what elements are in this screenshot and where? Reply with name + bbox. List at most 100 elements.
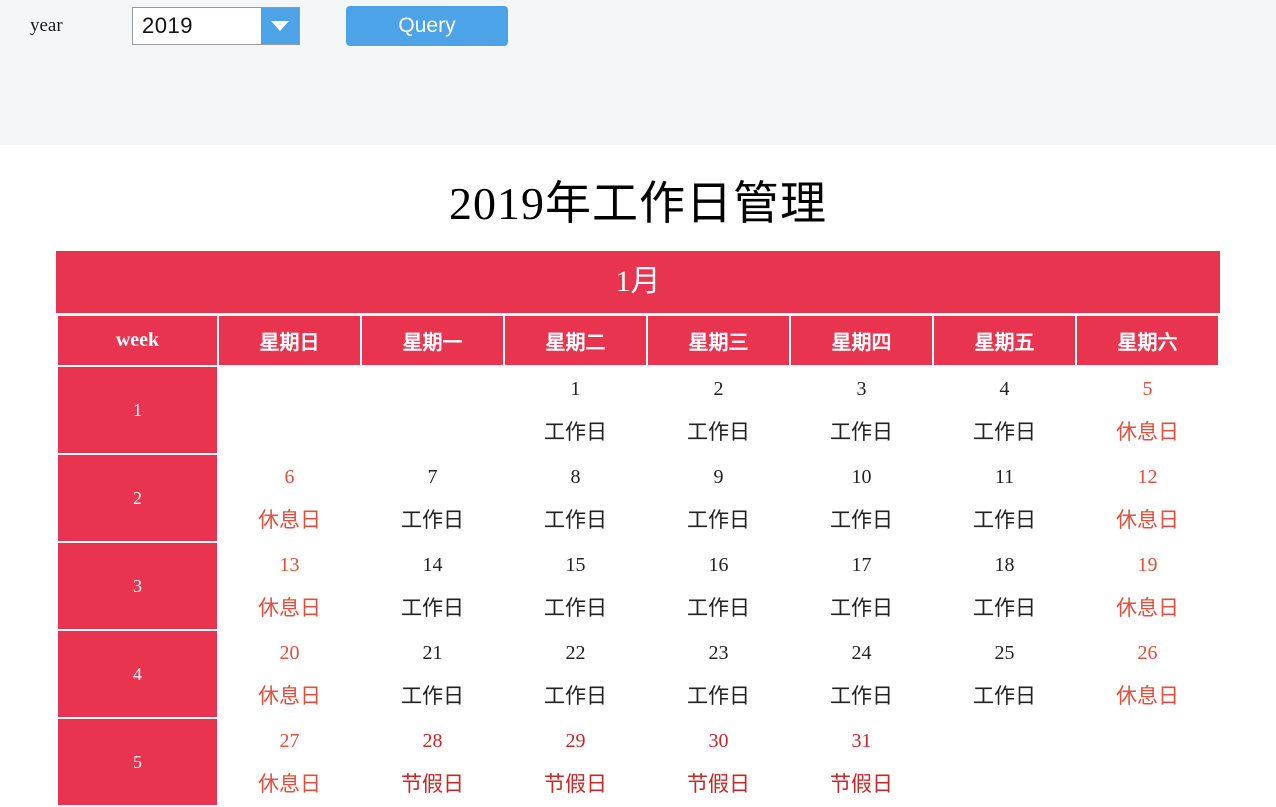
- day-type-label: 工作日: [830, 596, 893, 620]
- query-button[interactable]: Query: [346, 6, 508, 46]
- day-cell[interactable]: 1 工作日: [505, 367, 646, 453]
- day-number: 4: [999, 378, 1010, 400]
- day-cell-empty: [1077, 719, 1218, 805]
- month-header: 1月: [56, 251, 1220, 313]
- week-number-cell: 3: [58, 543, 217, 629]
- day-type-label: 节假日: [687, 772, 750, 796]
- day-cell-empty: [362, 367, 503, 453]
- day-cell[interactable]: 18 工作日: [934, 543, 1075, 629]
- day-type-label: 工作日: [401, 684, 464, 708]
- day-cell[interactable]: 28 节假日: [362, 719, 503, 805]
- weekday-header-wednesday: 星期三: [648, 316, 789, 365]
- day-type-label: 休息日: [258, 508, 321, 532]
- chevron-down-icon[interactable]: [261, 8, 299, 44]
- day-cell[interactable]: 31 节假日: [791, 719, 932, 805]
- weekday-header-saturday: 星期六: [1077, 316, 1218, 365]
- day-type-label: 工作日: [687, 508, 750, 532]
- day-type-label: 休息日: [258, 684, 321, 708]
- day-number: 16: [708, 554, 729, 576]
- day-cell[interactable]: 14 工作日: [362, 543, 503, 629]
- week-number-cell: 1: [58, 367, 217, 453]
- calendar-week-row: 3 13 休息日 14 工作日 15 工作日 16 工作日 17 工作日 18 工作日 19 休息日: [58, 543, 1218, 629]
- day-number: 23: [708, 642, 729, 664]
- day-cell[interactable]: 17 工作日: [791, 543, 932, 629]
- day-number: 17: [851, 554, 872, 576]
- day-type-label: 休息日: [258, 596, 321, 620]
- day-cell[interactable]: 8 工作日: [505, 455, 646, 541]
- day-cell[interactable]: 3 工作日: [791, 367, 932, 453]
- day-cell[interactable]: 19 休息日: [1077, 543, 1218, 629]
- week-number-cell: 5: [58, 719, 217, 805]
- day-cell[interactable]: 7 工作日: [362, 455, 503, 541]
- calendar: 1月 week 星期日 星期一 星期二 星期三 星期四 星期五 星期六 1 1 工作…: [56, 251, 1220, 807]
- day-number: 7: [427, 466, 438, 488]
- day-cell[interactable]: 4 工作日: [934, 367, 1075, 453]
- day-cell[interactable]: 24 工作日: [791, 631, 932, 717]
- day-type-label: 工作日: [973, 508, 1036, 532]
- calendar-table: week 星期日 星期一 星期二 星期三 星期四 星期五 星期六 1 1 工作日 2 工…: [56, 314, 1220, 807]
- day-number: 30: [708, 730, 729, 752]
- day-cell[interactable]: 9 工作日: [648, 455, 789, 541]
- day-number: 11: [994, 466, 1015, 488]
- day-cell[interactable]: 5 休息日: [1077, 367, 1218, 453]
- weekday-header-monday: 星期一: [362, 316, 503, 365]
- day-type-label: 休息日: [258, 772, 321, 796]
- weekday-header-thursday: 星期四: [791, 316, 932, 365]
- day-cell[interactable]: 29 节假日: [505, 719, 646, 805]
- caret-shape: [271, 21, 289, 31]
- day-number: 27: [279, 730, 300, 752]
- calendar-week-row: 2 6 休息日 7 工作日 8 工作日 9 工作日 10 工作日 11 工作日 12 休息日: [58, 455, 1218, 541]
- day-number: 29: [565, 730, 586, 752]
- day-number: 15: [565, 554, 586, 576]
- day-type-label: 休息日: [1116, 508, 1179, 532]
- day-type-label: 休息日: [1116, 420, 1179, 444]
- day-type-label: 节假日: [544, 772, 607, 796]
- calendar-week-row: 1 1 工作日 2 工作日 3 工作日 4 工作日 5 休息日: [58, 367, 1218, 453]
- day-cell[interactable]: 6 休息日: [219, 455, 360, 541]
- day-number: 5: [1142, 378, 1153, 400]
- day-cell[interactable]: 25 工作日: [934, 631, 1075, 717]
- year-select[interactable]: 2019: [132, 7, 300, 45]
- day-cell[interactable]: 22 工作日: [505, 631, 646, 717]
- day-cell[interactable]: 23 工作日: [648, 631, 789, 717]
- day-cell[interactable]: 27 休息日: [219, 719, 360, 805]
- day-number: 31: [851, 730, 872, 752]
- day-type-label: 工作日: [687, 596, 750, 620]
- day-type-label: 休息日: [1116, 596, 1179, 620]
- day-cell[interactable]: 16 工作日: [648, 543, 789, 629]
- day-number: 22: [565, 642, 586, 664]
- day-number: 12: [1137, 466, 1158, 488]
- day-cell[interactable]: 20 休息日: [219, 631, 360, 717]
- day-cell[interactable]: 11 工作日: [934, 455, 1075, 541]
- day-cell[interactable]: 26 休息日: [1077, 631, 1218, 717]
- calendar-body: 1 1 工作日 2 工作日 3 工作日 4 工作日 5 休息日 2 6 休息日 7 工作日 8 工作日 9 工作日 10…: [58, 367, 1218, 805]
- day-number: 25: [994, 642, 1015, 664]
- day-number: 19: [1137, 554, 1158, 576]
- day-cell[interactable]: 21 工作日: [362, 631, 503, 717]
- day-cell[interactable]: 15 工作日: [505, 543, 646, 629]
- week-number-cell: 4: [58, 631, 217, 717]
- calendar-header-row: week 星期日 星期一 星期二 星期三 星期四 星期五 星期六: [58, 316, 1218, 365]
- day-type-label: 工作日: [687, 420, 750, 444]
- weekday-header-sunday: 星期日: [219, 316, 360, 365]
- day-cell[interactable]: 10 工作日: [791, 455, 932, 541]
- day-type-label: 工作日: [544, 684, 607, 708]
- day-type-label: 节假日: [830, 772, 893, 796]
- year-label: year: [30, 15, 63, 36]
- year-select-value[interactable]: 2019: [133, 8, 261, 44]
- day-cell-empty: [219, 367, 360, 453]
- day-cell[interactable]: 12 休息日: [1077, 455, 1218, 541]
- day-cell[interactable]: 13 休息日: [219, 543, 360, 629]
- day-number: 10: [851, 466, 872, 488]
- day-cell[interactable]: 2 工作日: [648, 367, 789, 453]
- day-type-label: 工作日: [401, 596, 464, 620]
- day-cell-empty: [934, 719, 1075, 805]
- day-type-label: 工作日: [544, 420, 607, 444]
- day-type-label: 工作日: [401, 508, 464, 532]
- day-number: 18: [994, 554, 1015, 576]
- page-title: 2019年工作日管理: [449, 178, 827, 229]
- day-number: 1: [570, 378, 581, 400]
- day-cell[interactable]: 30 节假日: [648, 719, 789, 805]
- calendar-week-row: 5 27 休息日 28 节假日 29 节假日 30 节假日 31 节假日: [58, 719, 1218, 805]
- day-type-label: 工作日: [544, 508, 607, 532]
